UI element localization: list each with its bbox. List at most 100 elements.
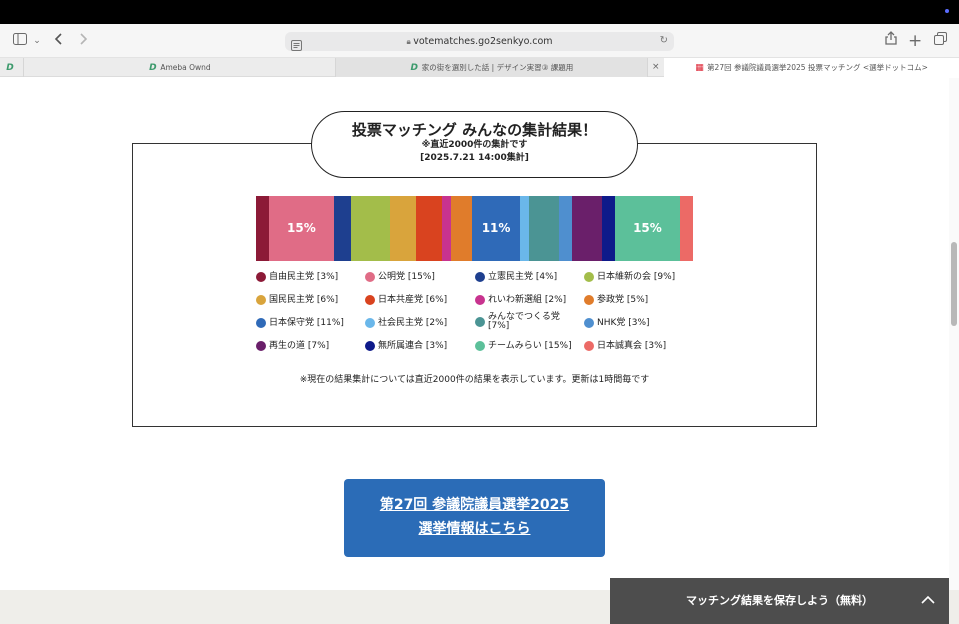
tab-label: Ameba Ownd	[160, 63, 211, 72]
legend-item: 再生の道 [7%]	[256, 341, 329, 351]
ameba-logo-icon: D	[410, 63, 419, 73]
legend-swatch	[256, 341, 266, 351]
legend-label: 公明党 [15%]	[378, 272, 435, 282]
scrollbar-thumb[interactable]	[951, 242, 957, 326]
legend-label: 国民民主党 [6%]	[269, 295, 339, 305]
bar-segment: 15%	[268, 196, 334, 261]
bar-segment-label: 15%	[287, 221, 316, 235]
bar-segment	[256, 196, 269, 261]
legend-item: 立憲民主党 [4%]	[475, 272, 557, 282]
legend-label: 参政党 [5%]	[597, 295, 649, 305]
ameba-logo-icon: D	[6, 63, 14, 73]
results-stacked-bar: 15% 11% 15%	[256, 196, 693, 261]
legend-item: 社会民主党 [2%]	[365, 318, 447, 328]
results-title: 投票マッチング みんなの集計結果！	[351, 121, 598, 139]
tab-vote-matching[interactable]: ▦ 第27回 参議院議員選挙2025 投票マッチング <選挙ドットコム>	[664, 58, 959, 77]
legend-item: 参政党 [5%]	[584, 295, 648, 305]
legend-item: 自由民主党 [3%]	[256, 272, 338, 282]
legend-label: 社会民主党 [2%]	[378, 318, 448, 328]
tab-ameba-ownd[interactable]: D Ameba Ownd	[24, 58, 336, 77]
tab-pinned[interactable]: D	[0, 58, 24, 77]
legend-item: NHK党 [3%]	[584, 318, 650, 328]
legend-label: 日本誠真会 [3%]	[597, 341, 667, 351]
address-bar[interactable]: 🔒︎ votematches.go2senkyo.com ↻	[285, 32, 674, 51]
save-results-label: マッチング結果を保存しよう（無料）	[686, 594, 873, 607]
legend-label: 立憲民主党 [4%]	[488, 272, 558, 282]
legend-swatch	[365, 272, 375, 282]
legend-swatch	[584, 318, 594, 328]
legend-item: れいわ新選組 [2%]	[475, 295, 566, 305]
legend-swatch	[365, 318, 375, 328]
results-subtitle: ※直近2000件の集計です	[421, 140, 528, 150]
legend-item: 日本維新の会 [9%]	[584, 272, 675, 282]
save-results-bar[interactable]: マッチング結果を保存しよう（無料）	[610, 578, 949, 624]
election-info-line1: 第27回 参議院議員選挙2025	[379, 497, 570, 513]
legend-label: 日本維新の会 [9%]	[597, 272, 676, 282]
bar-segment	[558, 196, 572, 261]
legend-swatch	[584, 272, 594, 282]
legend-item: 日本共産党 [6%]	[365, 295, 447, 305]
chevron-up-icon[interactable]	[921, 592, 935, 606]
legend-label: 自由民主党 [3%]	[269, 272, 339, 282]
bar-segment	[416, 196, 442, 261]
bar-segment	[519, 196, 529, 261]
bar-segment-label: 15%	[633, 221, 662, 235]
legend-swatch	[256, 272, 266, 282]
legend-label: 日本保守党 [11%]	[269, 318, 344, 328]
bar-segment: 11%	[472, 196, 520, 261]
browser-toolbar: ⌄ 🔒︎ votematches.go2senkyo.com ↻ +	[0, 24, 959, 58]
legend-swatch	[584, 295, 594, 305]
legend-swatch	[365, 295, 375, 305]
results-timestamp: [2025.7.21 14:00集計]	[420, 153, 529, 163]
legend-label: NHK党 [3%]	[597, 318, 650, 328]
legend-swatch	[365, 341, 375, 351]
share-icon[interactable]	[884, 31, 898, 51]
bar-segment	[528, 196, 559, 261]
tab-label: 第27回 参議院議員選挙2025 投票マッチング <選挙ドットコム>	[707, 63, 928, 72]
legend-swatch	[475, 295, 485, 305]
legend-label: みんなでつくる党 [7%]	[488, 312, 560, 331]
legend-label: 日本共産党 [6%]	[378, 295, 448, 305]
legend-label: チームみらい [15%]	[488, 341, 572, 351]
tab-label: 家の街を選別した話 | デザイン実習③ 課題用	[421, 63, 574, 72]
sidebar-menu-chevron-icon[interactable]: ⌄	[32, 31, 42, 51]
ameba-logo-icon: D	[149, 63, 157, 73]
legend-swatch	[256, 295, 266, 305]
scrollbar-track[interactable]	[949, 78, 959, 624]
election-info-line2: 選挙情報はこちら	[418, 521, 531, 537]
reload-icon[interactable]: ↻	[660, 35, 668, 46]
legend-item: チームみらい [15%]	[475, 341, 572, 351]
legend-swatch	[475, 317, 485, 327]
back-icon[interactable]	[52, 31, 66, 51]
legend-item: 日本誠真会 [3%]	[584, 341, 666, 351]
new-tab-icon[interactable]: +	[908, 31, 922, 51]
bar-segment	[450, 196, 473, 261]
forward-icon[interactable]	[76, 31, 90, 51]
legend-item: みんなでつくる党 [7%]	[475, 313, 576, 331]
bar-segment	[351, 196, 391, 261]
go2senkyo-logo-icon: ▦	[695, 63, 704, 73]
legend-swatch	[475, 341, 485, 351]
bar-segment: 15%	[615, 196, 680, 261]
legend-item: 無所属連合 [3%]	[365, 341, 447, 351]
legend-item: 日本保守党 [11%]	[256, 318, 344, 328]
system-top-bar	[0, 0, 959, 24]
bar-segment	[571, 196, 603, 261]
bar-segment	[390, 196, 417, 261]
bar-segment	[333, 196, 352, 261]
results-header-pill: 投票マッチング みんなの集計結果！ ※直近2000件の集計です [2025.7.…	[311, 111, 638, 178]
bar-segment-label: 11%	[481, 221, 511, 235]
url-value: votematches.go2senkyo.com	[413, 36, 553, 47]
legend-label: 再生の道 [7%]	[269, 341, 330, 351]
bar-segment	[679, 196, 693, 261]
legend-label: れいわ新選組 [2%]	[488, 295, 567, 305]
tab-bar: D D Ameba Ownd D 家の街を選別した話 | デザイン実習③ 課題用 ×…	[0, 58, 959, 77]
tab-close-icon[interactable]: ×	[652, 58, 660, 77]
tab-design-assignment[interactable]: D 家の街を選別した話 | デザイン実習③ 課題用	[336, 58, 648, 77]
results-note: ※現在の結果集計については直近2000件の結果を表示しています。更新は1時間毎で…	[299, 375, 650, 385]
tab-overview-icon[interactable]	[932, 31, 948, 51]
election-info-button[interactable]: 第27回 参議院議員選挙2025 選挙情報はこちら	[344, 479, 605, 557]
legend-swatch	[475, 272, 485, 282]
sidebar-toggle-icon[interactable]	[12, 31, 28, 51]
legend-item: 国民民主党 [6%]	[256, 295, 338, 305]
